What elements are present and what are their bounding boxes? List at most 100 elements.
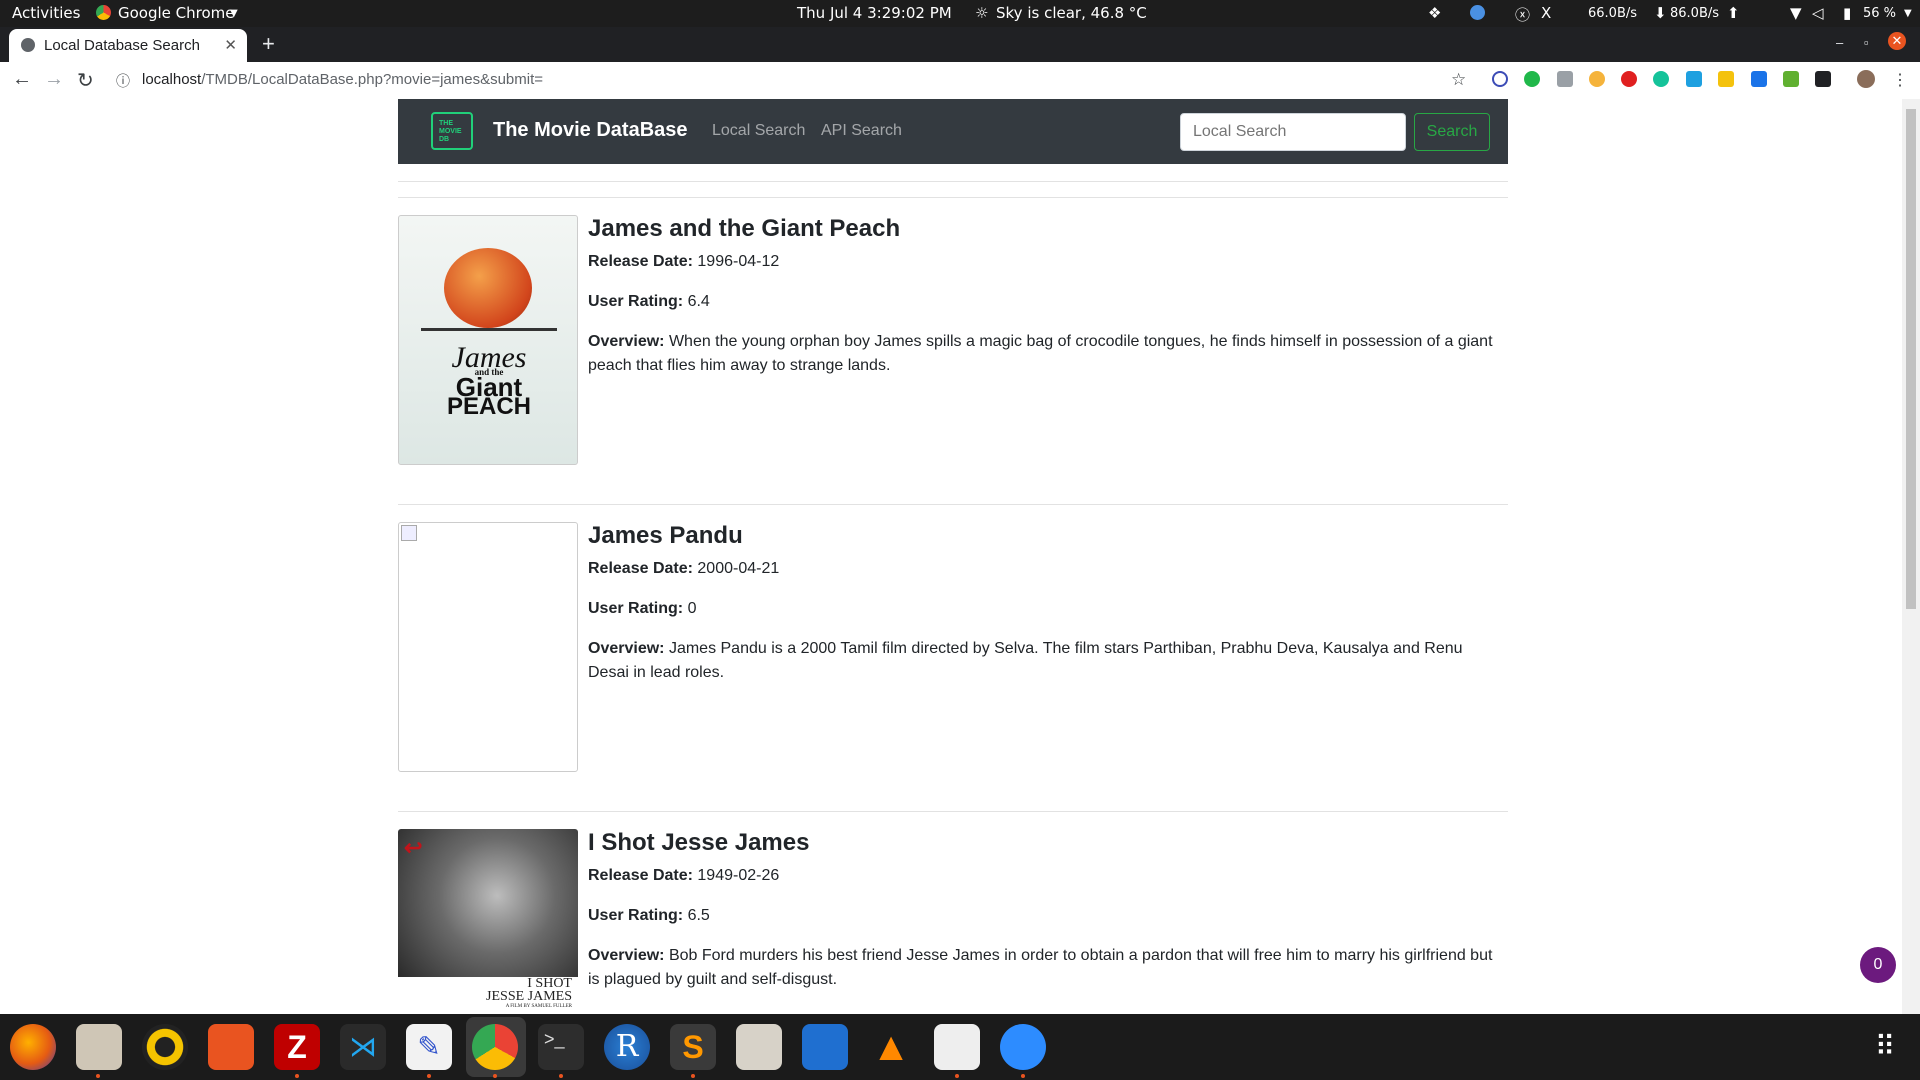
activities-button[interactable]: Activities — [12, 4, 80, 22]
user-rating: User Rating: 0 — [588, 600, 697, 617]
browser-tab-strip: Local Database Search ✕ + – ▫ ✕ — [0, 27, 1920, 62]
clock[interactable]: Thu Jul 4 3:29:02 PM — [797, 4, 952, 22]
wifi-icon[interactable]: ▼ — [1790, 4, 1802, 22]
address-toolbar: ← → ↻ ⓘ localhost/TMDB/LocalDataBase.php… — [0, 62, 1920, 100]
running-indicator — [955, 1074, 959, 1078]
bell-extension-icon[interactable] — [1751, 71, 1767, 87]
forward-arrow-icon[interactable]: → — [44, 68, 64, 91]
opera-extension-icon[interactable] — [1621, 71, 1637, 87]
chrome-icon — [96, 5, 111, 20]
filezilla-icon[interactable]: Z — [274, 1024, 320, 1070]
app-menu[interactable]: Google Chrome — [118, 4, 235, 22]
puzzle-extension-icon[interactable] — [1783, 71, 1799, 87]
user-rating: User Rating: 6.4 — [588, 293, 710, 310]
running-indicator — [295, 1074, 299, 1078]
logo-text: THE MOVIE DB — [439, 120, 462, 143]
release-date: Release Date: 1949-02-26 — [588, 867, 780, 884]
vlc-icon[interactable]: ▲ — [868, 1024, 914, 1070]
weather-status[interactable]: Sky is clear, 46.8 °C — [996, 4, 1147, 22]
x-indicator[interactable]: X — [1541, 4, 1551, 22]
libreoffice-writer-icon[interactable] — [802, 1024, 848, 1070]
circle-x-icon[interactable]: ⓧ — [1515, 4, 1530, 25]
camera-extension-icon[interactable] — [1557, 71, 1573, 87]
info-icon[interactable]: ⓘ — [116, 71, 130, 91]
url-host: localhost — [142, 71, 202, 88]
text-editor-icon[interactable]: ✎ — [406, 1024, 452, 1070]
browser-tab[interactable]: Local Database Search ✕ — [9, 29, 247, 62]
chrome-menu-icon[interactable]: ⋮ — [1892, 70, 1908, 90]
running-indicator — [559, 1074, 563, 1078]
site-brand[interactable]: The Movie DataBase — [493, 119, 688, 142]
bookmark-star-icon[interactable]: ☆ — [1451, 70, 1466, 90]
movie-title: I Shot Jesse James — [588, 829, 810, 856]
movie-title: James Pandu — [588, 522, 743, 549]
close-window-icon[interactable]: ✕ — [1888, 32, 1906, 50]
firefox-icon[interactable] — [10, 1024, 56, 1070]
dark-extension-icon[interactable] — [1815, 71, 1831, 87]
chat-indicator-icon[interactable] — [1470, 5, 1485, 20]
image-viewer-icon[interactable] — [736, 1024, 782, 1070]
green-extension-icon[interactable] — [1524, 71, 1540, 87]
movie-poster-broken[interactable] — [398, 522, 578, 772]
net-up-speed: 86.0B/s — [1670, 6, 1720, 21]
movie-poster[interactable]: ↩ I SHOT JESSE JAMES A FILM BY SAMUEL FU… — [398, 829, 578, 1014]
files-icon[interactable] — [76, 1024, 122, 1070]
movie-card: James Pandu Release Date: 2000-04-21 Use… — [398, 522, 1508, 782]
notification-badge[interactable]: 0 — [1860, 947, 1896, 983]
movie-poster[interactable]: James and the Giant PEACH — [398, 215, 578, 465]
restore-icon[interactable]: ▫ — [1864, 35, 1869, 50]
show-applications-icon[interactable]: ⠿ — [1862, 1024, 1908, 1070]
page-container: THE MOVIE DB The Movie DataBase Local Se… — [398, 99, 1508, 1014]
tmdb-logo[interactable]: THE MOVIE DB — [431, 112, 473, 150]
search-tool-icon[interactable] — [934, 1024, 980, 1070]
terminal-icon[interactable]: >_ — [538, 1024, 584, 1070]
search-input[interactable] — [1180, 113, 1406, 151]
search-button[interactable]: Search — [1414, 113, 1490, 151]
overview: Overview: James Pandu is a 2000 Tamil fi… — [588, 640, 1463, 681]
new-tab-button[interactable]: + — [262, 31, 275, 57]
poster-ground-line — [421, 328, 557, 331]
volume-icon[interactable]: ◁ — [1812, 4, 1824, 22]
divider — [398, 811, 1508, 812]
divider — [398, 197, 1508, 198]
arrow-up-icon: ⬆ — [1727, 4, 1740, 22]
chevron-down-icon: ▼ — [230, 8, 238, 19]
block-extension-icon[interactable] — [1492, 71, 1508, 87]
grammarly-extension-icon[interactable] — [1653, 71, 1669, 87]
page-scrollbar[interactable] — [1902, 99, 1920, 1014]
release-date: Release Date: 2000-04-21 — [588, 560, 780, 577]
screenshot-extension-icon[interactable] — [1686, 71, 1702, 87]
running-indicator — [691, 1074, 695, 1078]
nav-link-api-search[interactable]: API Search — [821, 122, 902, 140]
note-extension-icon[interactable] — [1718, 71, 1734, 87]
rhythmbox-icon[interactable] — [142, 1024, 188, 1070]
minimize-icon[interactable]: – — [1836, 35, 1843, 50]
system-menu-chevron-icon[interactable]: ▼ — [1904, 8, 1912, 19]
scrollbar-thumb[interactable] — [1906, 109, 1916, 609]
web-page: THE MOVIE DB The Movie DataBase Local Se… — [0, 99, 1902, 1014]
r-language-icon[interactable]: R — [604, 1024, 650, 1070]
nav-link-local-search[interactable]: Local Search — [712, 122, 805, 140]
profile-avatar-icon[interactable] — [1857, 70, 1875, 88]
vscode-icon[interactable]: ⋊ — [340, 1024, 386, 1070]
dropbox-icon[interactable]: ❖ — [1428, 4, 1441, 22]
arrow-down-icon: ⬇ — [1654, 4, 1667, 22]
application-dock: Z ⋊ ✎ >_ R S ▲ ⠿ — [0, 1014, 1920, 1080]
broken-image-icon — [401, 525, 417, 541]
reload-icon[interactable]: ↻ — [77, 68, 94, 93]
battery-icon[interactable]: ▮ — [1843, 4, 1851, 22]
zoom-icon[interactable] — [1000, 1024, 1046, 1070]
address-field[interactable]: localhost/TMDB/LocalDataBase.php?movie=j… — [142, 71, 543, 88]
sublime-text-icon[interactable]: S — [670, 1024, 716, 1070]
back-arrow-icon[interactable]: ← — [12, 68, 32, 91]
chrome-dock-icon[interactable] — [472, 1024, 518, 1070]
net-down-speed: 66.0B/s — [1588, 6, 1638, 21]
divider — [398, 504, 1508, 505]
movie-title: James and the Giant Peach — [588, 215, 901, 242]
close-tab-icon[interactable]: ✕ — [224, 36, 237, 54]
software-center-icon[interactable] — [208, 1024, 254, 1070]
smiley-extension-icon[interactable] — [1589, 71, 1605, 87]
system-top-bar: Activities Google Chrome ▼ Thu Jul 4 3:2… — [0, 0, 1920, 27]
sun-icon: ☼ — [975, 4, 989, 22]
divider — [398, 181, 1508, 182]
